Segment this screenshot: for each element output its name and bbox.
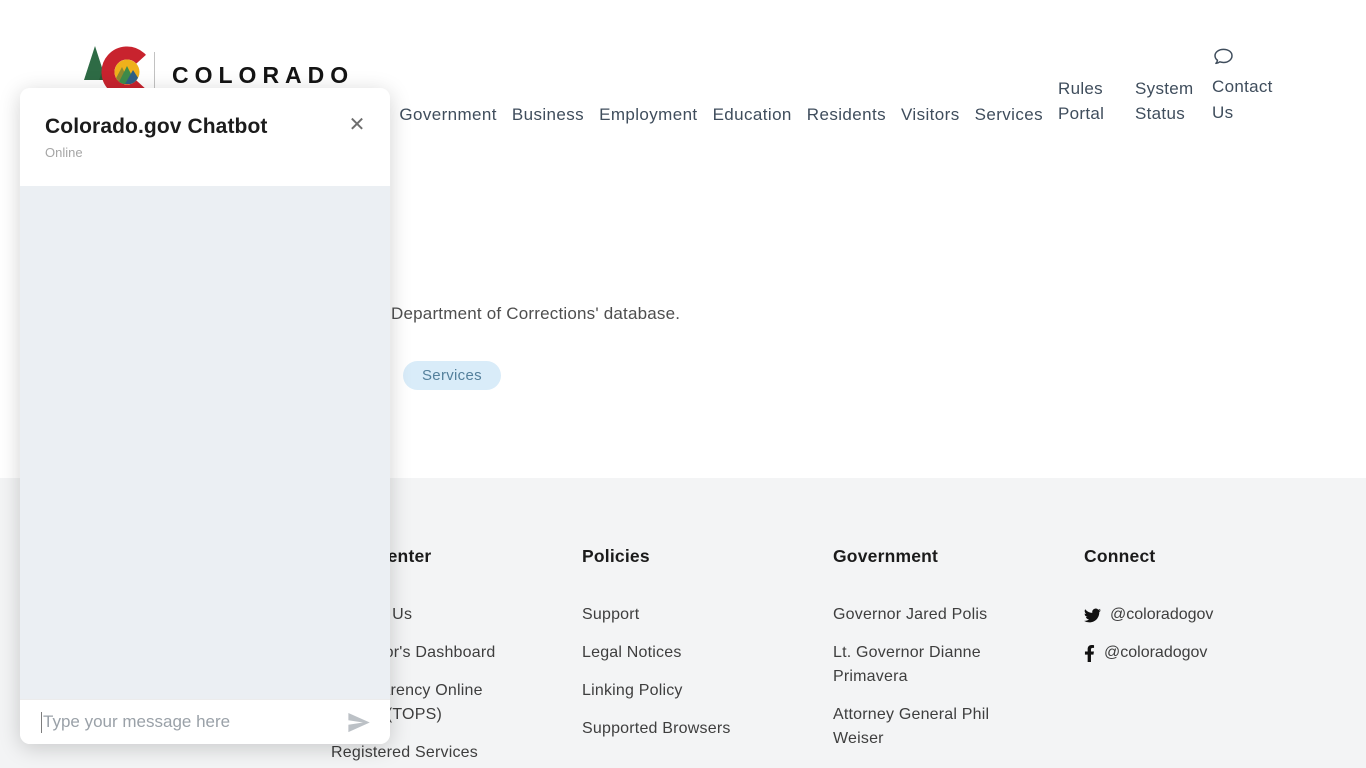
- footer-link-facebook[interactable]: @coloradogov: [1084, 641, 1335, 665]
- top-nav: Government Business Employment Education…: [399, 46, 1280, 126]
- facebook-icon: [1084, 645, 1095, 662]
- twitter-icon: [1084, 607, 1101, 624]
- footer-list-connect: @coloradogov @coloradogov: [1084, 603, 1335, 665]
- footer-link-linking-policy[interactable]: Linking Policy: [582, 679, 767, 703]
- footer-list-government: Governor Jared Polis Lt. Governor Dianne…: [833, 603, 1084, 751]
- logo-wordmark: COLORADO: [172, 62, 354, 89]
- footer-column-connect: Connect @coloradogov @coloradogov: [1084, 478, 1335, 768]
- footer-column-government: Government Governor Jared Polis Lt. Gove…: [833, 478, 1084, 768]
- nav-link-business[interactable]: Business: [512, 104, 584, 126]
- footer-list-policies: Support Legal Notices Linking Policy Sup…: [582, 603, 833, 741]
- footer-heading-government: Government: [833, 546, 1084, 567]
- nav-link-system-status[interactable]: System Status: [1135, 76, 1197, 126]
- chatbot-header: Colorado.gov Chatbot Online ✕: [20, 88, 390, 186]
- nav-link-employment[interactable]: Employment: [599, 104, 697, 126]
- chatbot-message-area: [20, 186, 390, 699]
- nav-link-education[interactable]: Education: [713, 104, 792, 126]
- footer-link-support[interactable]: Support: [582, 603, 767, 627]
- contact-us-label: Contact Us: [1212, 74, 1280, 126]
- page-description: Department of Corrections' database.: [391, 304, 680, 324]
- chatbot-status: Online: [45, 145, 366, 160]
- chatbot-input-row: [20, 699, 390, 744]
- close-icon[interactable]: ✕: [344, 112, 370, 138]
- footer-link-attorney-general[interactable]: Attorney General Phil Weiser: [833, 703, 1018, 751]
- footer-link-lt-governor[interactable]: Lt. Governor Dianne Primavera: [833, 641, 1018, 689]
- page: COLORADO Government Business Employment …: [0, 0, 1366, 768]
- nav-link-services[interactable]: Services: [975, 104, 1043, 126]
- footer-link-twitter[interactable]: @coloradogov: [1084, 603, 1335, 627]
- twitter-handle: @coloradogov: [1110, 603, 1213, 627]
- chatbot-title: Colorado.gov Chatbot: [45, 115, 366, 139]
- footer-link-governor[interactable]: Governor Jared Polis: [833, 603, 1018, 627]
- chatbot-panel: Colorado.gov Chatbot Online ✕: [20, 88, 390, 744]
- footer-link-supported-browsers[interactable]: Supported Browsers: [582, 717, 767, 741]
- footer-heading-policies: Policies: [582, 546, 833, 567]
- nav-link-government[interactable]: Government: [399, 104, 497, 126]
- nav-link-rules-portal[interactable]: Rules Portal: [1058, 76, 1120, 126]
- text-caret: [41, 712, 42, 733]
- facebook-handle: @coloradogov: [1104, 641, 1207, 665]
- nav-link-residents[interactable]: Residents: [807, 104, 886, 126]
- send-icon[interactable]: [345, 709, 372, 736]
- footer-link-registered-services[interactable]: Registered Services: [331, 741, 516, 765]
- chat-bubble-icon: [1213, 46, 1234, 67]
- services-tag[interactable]: Services: [403, 361, 501, 390]
- footer-column-policies: Policies Support Legal Notices Linking P…: [582, 478, 833, 768]
- chatbot-message-input[interactable]: [43, 712, 345, 732]
- footer-heading-connect: Connect: [1084, 546, 1335, 567]
- nav-link-contact-us[interactable]: Contact Us: [1212, 46, 1280, 126]
- footer-link-legal-notices[interactable]: Legal Notices: [582, 641, 767, 665]
- nav-link-visitors[interactable]: Visitors: [901, 104, 960, 126]
